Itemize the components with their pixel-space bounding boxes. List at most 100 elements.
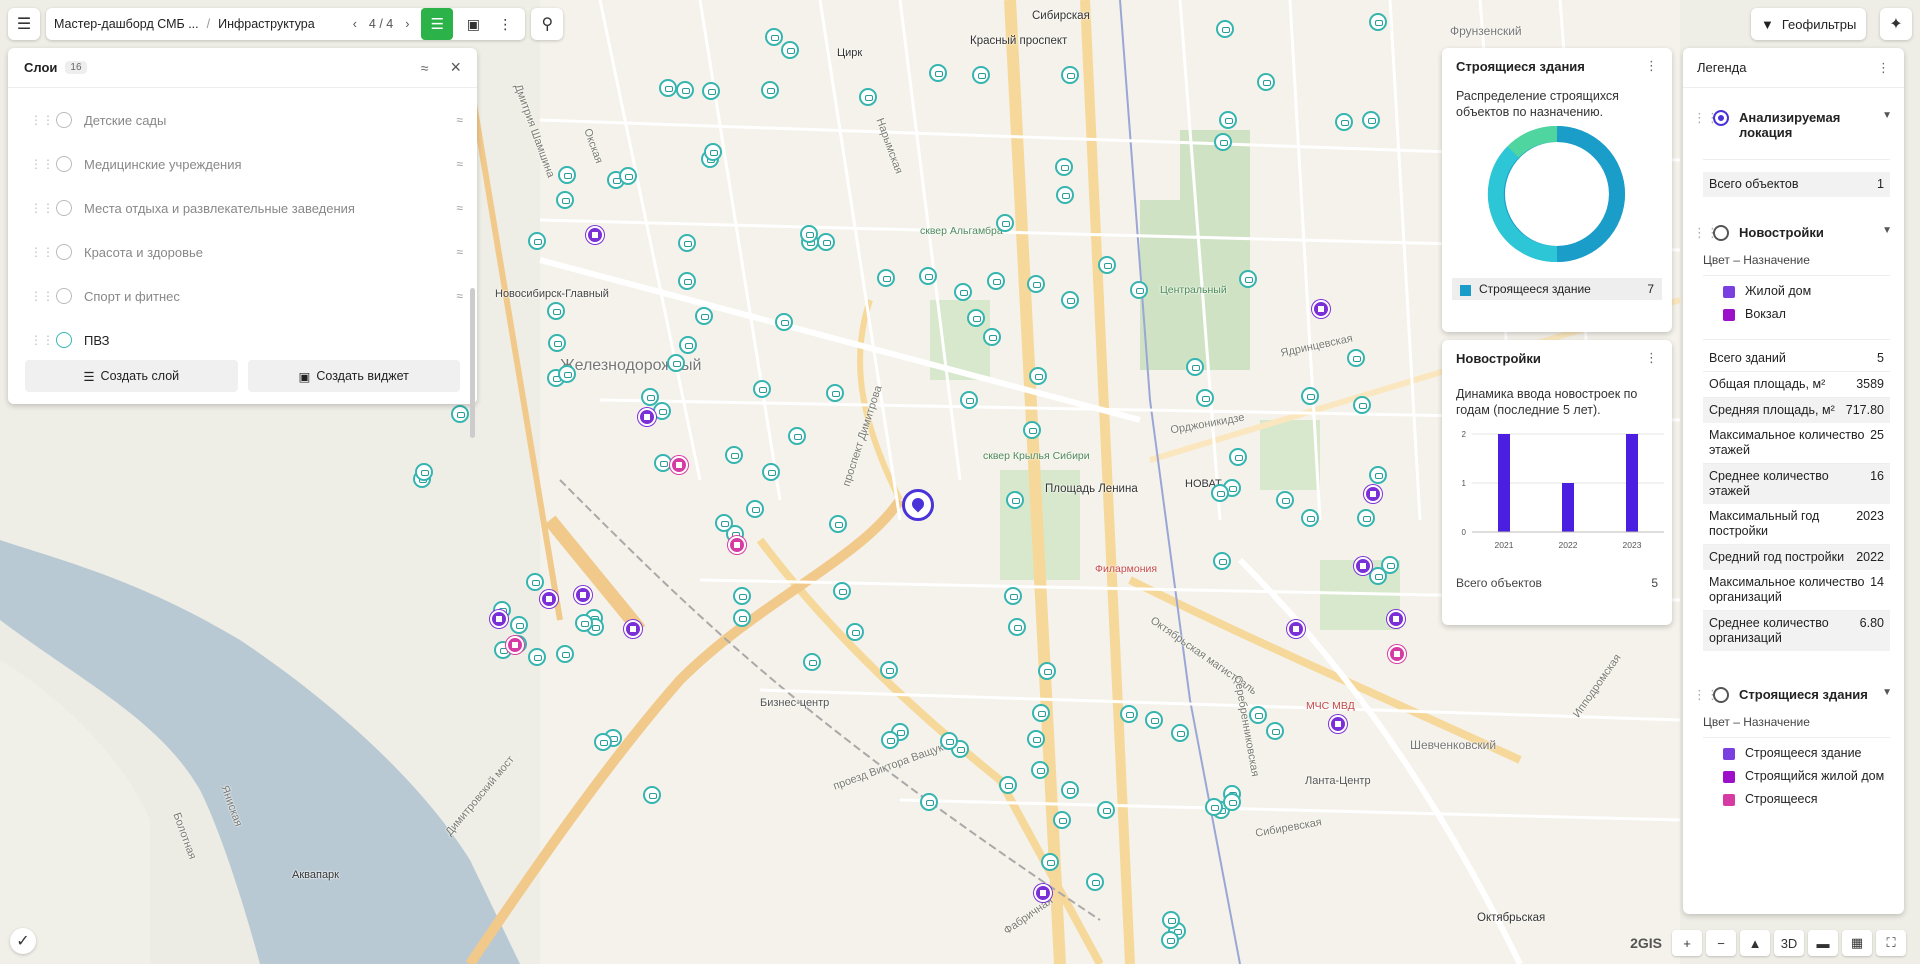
new-building-marker[interactable] xyxy=(586,226,604,244)
more-icon[interactable]: ⋮ xyxy=(493,16,517,33)
drag-handle-icon[interactable]: ⋮⋮ xyxy=(30,113,54,127)
menu-icon[interactable]: ☰ xyxy=(8,8,40,40)
chevron-right-icon[interactable]: › xyxy=(405,17,409,31)
new-building-marker[interactable] xyxy=(1329,715,1347,733)
pickup-point-marker[interactable] xyxy=(415,463,433,481)
pickup-point-marker[interactable] xyxy=(575,614,593,632)
pickup-point-marker[interactable] xyxy=(676,81,694,99)
pickup-point-marker[interactable] xyxy=(1381,556,1399,574)
pickup-point-marker[interactable] xyxy=(803,653,821,671)
pickup-point-marker[interactable] xyxy=(1086,873,1104,891)
new-building-marker[interactable] xyxy=(490,610,508,628)
new-building-marker[interactable] xyxy=(1312,300,1330,318)
pickup-point-marker[interactable] xyxy=(826,384,844,402)
drag-handle-icon[interactable]: ⋮⋮ xyxy=(30,245,54,259)
pickup-point-marker[interactable] xyxy=(594,733,612,751)
pickup-point-marker[interactable] xyxy=(702,82,720,100)
fullscreen-icon[interactable]: ⛶ xyxy=(1876,930,1906,956)
more-icon[interactable]: ⋮ xyxy=(1877,60,1890,76)
drag-handle-icon[interactable]: ⋮⋮ xyxy=(1693,110,1719,126)
construction-marker[interactable] xyxy=(506,636,524,654)
pickup-point-marker[interactable] xyxy=(1362,111,1380,129)
chevron-down-icon[interactable]: ▼ xyxy=(1882,687,1892,698)
pickup-point-marker[interactable] xyxy=(940,732,958,750)
construction-marker[interactable] xyxy=(1388,645,1406,663)
pickup-point-marker[interactable] xyxy=(1097,801,1115,819)
pickup-point-marker[interactable] xyxy=(678,272,696,290)
pickup-point-marker[interactable] xyxy=(972,66,990,84)
pickup-point-marker[interactable] xyxy=(548,334,566,352)
radio-unselected[interactable] xyxy=(1713,687,1729,703)
eye-off-icon[interactable]: ≈ xyxy=(456,113,463,127)
pickup-point-marker[interactable] xyxy=(919,267,937,285)
pickup-point-marker[interactable] xyxy=(1161,931,1179,949)
pickup-point-marker[interactable] xyxy=(1347,349,1365,367)
pickup-point-marker[interactable] xyxy=(1162,911,1180,929)
pickup-point-marker[interactable] xyxy=(765,28,783,46)
legend-section[interactable]: ⋮⋮ Новостройки ▼ xyxy=(1683,215,1904,247)
chevron-left-icon[interactable]: ‹ xyxy=(353,17,357,31)
bar[interactable] xyxy=(1626,434,1638,532)
pickup-point-marker[interactable] xyxy=(1186,358,1204,376)
pickup-point-marker[interactable] xyxy=(1061,66,1079,84)
ai-sparkle-icon[interactable]: ✦ xyxy=(1880,8,1912,40)
pickup-point-marker[interactable] xyxy=(761,81,779,99)
pickup-point-marker[interactable] xyxy=(510,616,528,634)
pickup-point-marker[interactable] xyxy=(695,307,713,325)
pickup-point-marker[interactable] xyxy=(704,143,722,161)
pickup-point-marker[interactable] xyxy=(1032,704,1050,722)
pickup-point-marker[interactable] xyxy=(817,233,835,251)
new-building-marker[interactable] xyxy=(1034,884,1052,902)
pickup-point-marker[interactable] xyxy=(829,515,847,533)
more-icon[interactable]: ⋮ xyxy=(1645,58,1658,74)
close-icon[interactable]: × xyxy=(450,57,461,78)
pickup-point-marker[interactable] xyxy=(558,365,576,383)
pickup-point-marker[interactable] xyxy=(859,88,877,106)
new-building-marker[interactable] xyxy=(638,408,656,426)
pickup-point-marker[interactable] xyxy=(1031,761,1049,779)
eye-off-icon[interactable]: ≈ xyxy=(456,157,463,171)
analyzed-location-marker[interactable] xyxy=(902,489,934,521)
widget-icon[interactable]: ▣ xyxy=(461,16,485,33)
breadcrumb-page[interactable]: Инфраструктура xyxy=(218,17,315,31)
pickup-point-marker[interactable] xyxy=(1357,509,1375,527)
new-building-marker[interactable] xyxy=(1354,557,1372,575)
new-building-marker[interactable] xyxy=(1287,620,1305,638)
pickup-point-marker[interactable] xyxy=(1041,853,1059,871)
chevron-down-icon[interactable]: ▼ xyxy=(1882,110,1892,121)
pickup-point-marker[interactable] xyxy=(643,786,661,804)
search-icon[interactable]: ⚲ xyxy=(531,8,564,40)
pickup-point-marker[interactable] xyxy=(1023,421,1041,439)
pickup-point-marker[interactable] xyxy=(999,776,1017,794)
pickup-point-marker[interactable] xyxy=(1098,256,1116,274)
pickup-point-marker[interactable] xyxy=(1219,111,1237,129)
pickup-point-marker[interactable] xyxy=(1205,798,1223,816)
pickup-point-marker[interactable] xyxy=(1249,706,1267,724)
pickup-point-marker[interactable] xyxy=(1004,587,1022,605)
create-widget-button[interactable]: ▣ Создать виджет xyxy=(247,360,460,392)
new-building-marker[interactable] xyxy=(624,620,642,638)
drag-handle-icon[interactable]: ⋮⋮ xyxy=(30,333,54,347)
pickup-point-marker[interactable] xyxy=(983,328,1001,346)
pickup-point-marker[interactable] xyxy=(1213,552,1231,570)
pickup-point-marker[interactable] xyxy=(1335,113,1353,131)
pickup-point-marker[interactable] xyxy=(1027,730,1045,748)
pickup-point-marker[interactable] xyxy=(1223,793,1241,811)
scrollbar[interactable] xyxy=(470,288,475,438)
pickup-point-marker[interactable] xyxy=(1029,367,1047,385)
pickup-point-marker[interactable] xyxy=(1055,158,1073,176)
pickup-point-marker[interactable] xyxy=(833,582,851,600)
radio-selected[interactable] xyxy=(1713,110,1729,126)
construction-marker[interactable] xyxy=(670,456,688,474)
pickup-point-marker[interactable] xyxy=(528,648,546,666)
pickup-point-marker[interactable] xyxy=(1006,491,1024,509)
drag-handle-icon[interactable]: ⋮⋮ xyxy=(30,157,54,171)
pickup-point-marker[interactable] xyxy=(715,514,733,532)
pickup-point-marker[interactable] xyxy=(1301,387,1319,405)
pickup-point-marker[interactable] xyxy=(746,500,764,518)
pickup-point-marker[interactable] xyxy=(558,166,576,184)
pickup-point-marker[interactable] xyxy=(1056,186,1074,204)
pickup-point-marker[interactable] xyxy=(526,573,544,591)
pickup-point-marker[interactable] xyxy=(1369,13,1387,31)
new-building-marker[interactable] xyxy=(1387,610,1405,628)
